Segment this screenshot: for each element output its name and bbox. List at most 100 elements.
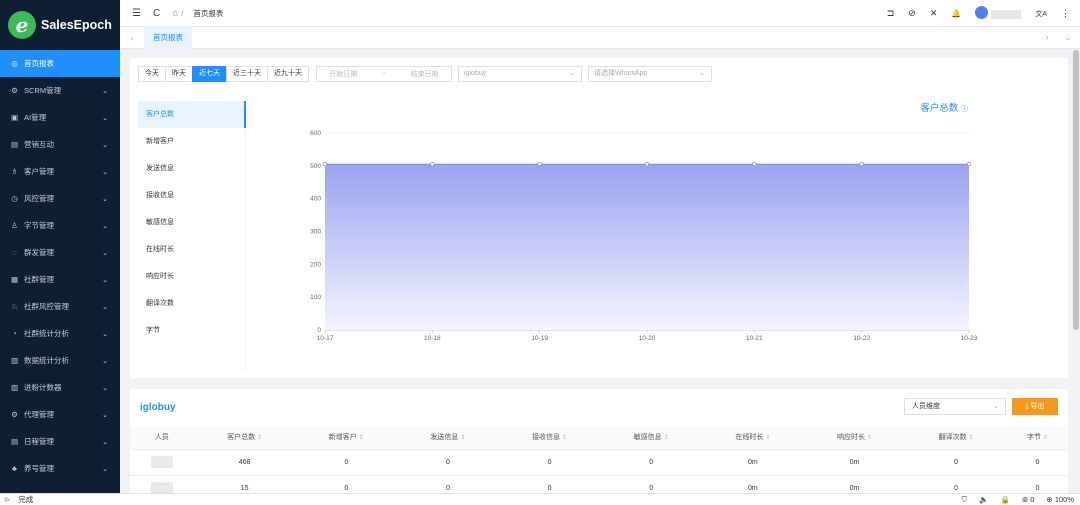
range-button-3[interactable]: 近三十天 xyxy=(226,66,268,82)
column-header-6[interactable]: 在线时长 ⇕ xyxy=(702,426,804,450)
sidebar-item-8[interactable]: ▦ 社群管理 ⌄ xyxy=(0,266,120,293)
y-tick-label: 400 xyxy=(310,196,321,203)
table-row: 468 0 0 0 0 0m 0m 0 0 xyxy=(130,449,1068,476)
shield-icon[interactable]: ⛉ xyxy=(962,495,968,505)
sidebar-item-14[interactable]: ▤ 日程管理 ⌄ xyxy=(0,428,120,455)
zoom-icon: ⊕ xyxy=(1046,495,1053,504)
ad-block-count: 0 xyxy=(1030,495,1035,504)
topbar-actions: ⊐ ⊘ ✕ 🔔 文A ⋮ xyxy=(887,0,1070,27)
metric-item-0[interactable]: 客户总数 xyxy=(138,101,246,128)
sort-icon: ⇕ xyxy=(257,435,263,442)
account-select[interactable]: iglobuy ⌄ xyxy=(458,66,582,82)
sidebar-item-6[interactable]: ♙ 字节管理 ⌄ xyxy=(0,212,120,239)
chevron-down-icon: ⌄ xyxy=(102,276,108,284)
translate-icon[interactable]: 文A xyxy=(1035,9,1047,19)
column-header-label: 在线时长 xyxy=(735,434,764,442)
sidebar-item-label: 社群管理 xyxy=(24,275,54,284)
sidebar-item-9[interactable]: ♘ 社群风控管理 ⌄ xyxy=(0,293,120,320)
username-blurred xyxy=(991,10,1022,19)
sidebar-item-0[interactable]: ◎ 首页报表 xyxy=(0,50,120,77)
ad-block-counter[interactable]: ⊚ 0 xyxy=(1022,495,1035,504)
column-header-5[interactable]: 敏感信息 ⇕ xyxy=(600,426,703,450)
tabs-menu-icon[interactable]: ⌄ xyxy=(1064,32,1072,43)
date-range-buttons: 今天 昨天 近七天 近三十天 近九十天 xyxy=(138,66,309,82)
data-point xyxy=(430,161,435,167)
sidebar-item-label: 字节管理 xyxy=(24,221,54,230)
sidebar-item-12[interactable]: ▨ 进粉计数器 ⌄ xyxy=(0,374,120,401)
x-tick-label: 10-19 xyxy=(531,335,548,342)
column-header-7[interactable]: 响应时长 ⇕ xyxy=(803,426,906,450)
chevron-down-icon: ⌄ xyxy=(102,303,108,311)
person-cell xyxy=(130,449,194,476)
metric-item-1[interactable]: 新增客户 xyxy=(138,128,245,155)
table-cell: 0m xyxy=(702,449,804,476)
fullscreen-icon[interactable]: ✕ xyxy=(930,8,938,19)
table-cell: 0 xyxy=(1006,449,1068,476)
start-date-placeholder: 开始日期 xyxy=(329,71,358,78)
tabs-scroll-right-icon[interactable]: › xyxy=(1045,32,1048,43)
tab-home-report[interactable]: 首页报表 xyxy=(144,26,192,49)
sidebar-item-icon: ⚙ xyxy=(11,86,18,95)
column-header-2[interactable]: 新增客户 ⇕ xyxy=(295,426,398,450)
zoom-level[interactable]: ⊕ 100% xyxy=(1046,495,1074,504)
sidebar-item-3[interactable]: ▤ 营销互动 ⌄ xyxy=(0,131,120,158)
customer-total-chart: 0 100 200 300 400 500 600 10-17 10-18 10-19 10-20 1… xyxy=(310,130,978,342)
column-header-4[interactable]: 接收信息 ⇕ xyxy=(498,426,601,450)
sidebar-item-2[interactable]: ▣ AI管理 ⌄ xyxy=(0,104,120,131)
column-header-3[interactable]: 发送信息 ⇕ xyxy=(397,426,499,450)
sidebar-item-label: 日程管理 xyxy=(24,437,54,446)
column-header-8[interactable]: 翻译次数 ⇕ xyxy=(905,426,1007,450)
whatsapp-select[interactable]: 请选择WhatsApp ⌄ xyxy=(588,66,712,82)
sidebar-item-icon: ▥ xyxy=(10,356,19,365)
metric-item-3[interactable]: 接收信息 xyxy=(138,182,245,209)
sidebar-item-4[interactable]: ♗ 客户管理 ⌄ xyxy=(0,158,120,185)
ad-block-icon: ⊚ xyxy=(1021,495,1029,504)
sidebar-item-10[interactable]: ◔ 社群统计分析 ⌄ xyxy=(0,320,120,347)
column-header-label: 敏感信息 xyxy=(633,434,662,442)
export-button[interactable]: ⤓ 导出 xyxy=(1012,398,1058,415)
sidebar-item-13[interactable]: ⚙ 代理管理 ⌄ xyxy=(0,401,120,428)
github-icon[interactable]: ⊘ xyxy=(908,8,916,19)
more-icon[interactable]: ⋮ xyxy=(1061,8,1070,19)
home-icon[interactable]: ⌂ xyxy=(172,8,178,19)
metric-item-2[interactable]: 发送信息 xyxy=(138,155,245,182)
dimension-select[interactable]: 人员维度 ⌄ xyxy=(904,398,1006,415)
metric-item-7[interactable]: 翻译次数 xyxy=(138,290,245,317)
chevron-down-icon: ⌄ xyxy=(102,195,108,203)
tabs-scroll-left-icon[interactable]: ‹ xyxy=(120,33,144,43)
logo[interactable]: e SalesEpoch xyxy=(0,0,120,50)
range-button-0[interactable]: 今天 xyxy=(138,66,166,82)
menu-toggle-icon[interactable]: ☰ xyxy=(132,8,141,19)
user-menu[interactable] xyxy=(975,6,1022,21)
lock-screen-icon[interactable]: ⊐ xyxy=(887,8,895,19)
chevron-down-icon: ⌄ xyxy=(102,411,108,419)
range-button-1[interactable]: 昨天 xyxy=(165,66,193,82)
speaker-icon[interactable]: 🔈 xyxy=(979,495,988,504)
date-range-picker[interactable]: 开始日期 ~ 结束日期 xyxy=(316,66,452,82)
range-button-4[interactable]: 近九十天 xyxy=(267,66,309,82)
sidebar-item-icon: ▨ xyxy=(10,383,19,392)
sidebar-item-5[interactable]: ◷ 风控管理 ⌄ xyxy=(0,185,120,212)
sidebar-item-7[interactable]: ◌ 群发管理 ⌄ xyxy=(0,239,120,266)
metric-item-4[interactable]: 敏感信息 xyxy=(138,209,245,236)
scrollbar-thumb[interactable] xyxy=(1073,50,1079,330)
column-header-9[interactable]: 字节 ⇕ xyxy=(1006,426,1068,450)
sidebar-item-label: SCRM管理 xyxy=(24,86,62,95)
bell-icon[interactable]: 🔔 xyxy=(951,9,961,18)
page-scrollbar[interactable] xyxy=(1072,50,1080,493)
sidebar-item-1[interactable]: ⚙ SCRM管理 ⌄ xyxy=(0,77,120,104)
end-date-placeholder: 结束日期 xyxy=(410,71,439,78)
metric-item-6[interactable]: 响应时长 xyxy=(138,263,245,290)
range-button-2[interactable]: 近七天 xyxy=(192,66,227,82)
sidebar-item-15[interactable]: ♣ 养号管理 ⌄ xyxy=(0,455,120,482)
breadcrumb-separator: / xyxy=(181,8,184,18)
lock-icon[interactable]: 🔒 xyxy=(1001,495,1010,504)
chevron-down-icon: ⌄ xyxy=(699,70,705,77)
metric-item-8[interactable]: 字节 xyxy=(138,317,245,344)
sidebar-item-11[interactable]: ▥ 数据统计分析 ⌄ xyxy=(0,347,120,374)
app-name: SalesEpoch xyxy=(41,18,112,32)
metric-item-5[interactable]: 在线时长 xyxy=(138,236,245,263)
column-header-1[interactable]: 客户总数 ⇕ xyxy=(193,426,296,450)
refresh-icon[interactable]: C xyxy=(153,8,160,19)
info-icon[interactable]: ⓘ xyxy=(961,106,968,113)
